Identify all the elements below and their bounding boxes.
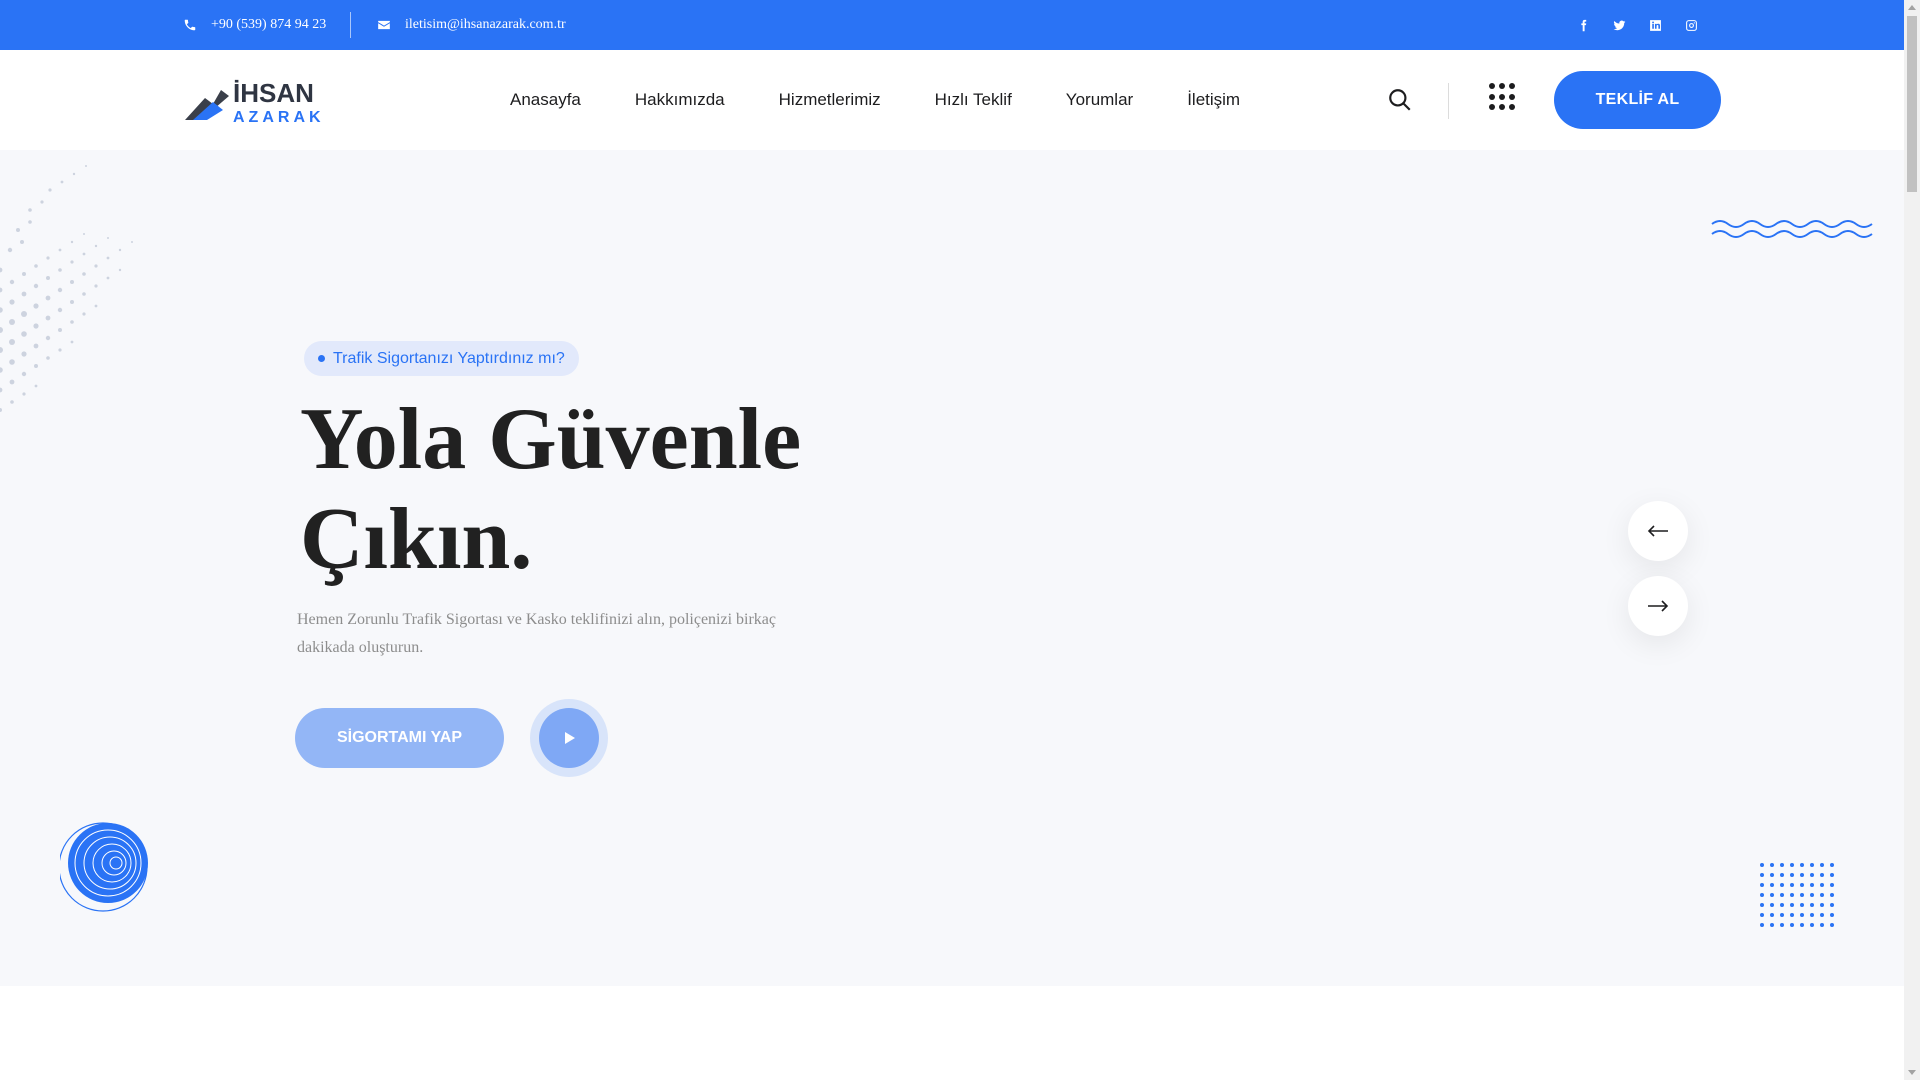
nav-item-iletisim[interactable]: İletişim (1187, 90, 1240, 110)
scroll-down-arrow[interactable] (1908, 1070, 1916, 1075)
hero-badge: Trafik Sigortanızı Yaptırdınız mı? (304, 341, 579, 376)
scrollbar-thumb[interactable] (1907, 16, 1917, 192)
arrow-right-icon (1648, 600, 1669, 612)
nav-item-hizli-teklif[interactable]: Hızlı Teklif (935, 90, 1012, 110)
phone-contact[interactable]: +90 (539) 874 94 23 (183, 0, 326, 50)
apps-grid-icon[interactable] (1489, 83, 1517, 111)
nav-item-anasayfa[interactable]: Anasayfa (510, 90, 581, 110)
site-logo[interactable]: İHSAN AZARAK (183, 76, 333, 126)
instagram-icon[interactable] (1684, 18, 1698, 32)
page: +90 (539) 874 94 23 iletisim@ihsanazarak… (0, 0, 1920, 1080)
slider-prev-button[interactable] (1628, 501, 1688, 561)
hero-headline: Yola Güvenle Çıkın. (300, 390, 860, 590)
main-nav: Anasayfa Hakkımızda Hizmetlerimiz Hızlı … (510, 50, 1294, 150)
nav-item-hizmetlerimiz[interactable]: Hizmetlerimiz (779, 90, 881, 110)
get-quote-button[interactable]: TEKLİF AL (1554, 71, 1721, 129)
facebook-icon[interactable] (1576, 18, 1590, 32)
email-address: iletisim@ihsanazarak.com.tr (405, 17, 566, 32)
social-links (1576, 0, 1698, 50)
concentric-circle-decoration (60, 822, 148, 912)
linkedin-icon[interactable] (1648, 18, 1662, 32)
hero-badge-text: Trafik Sigortanızı Yaptırdınız mı? (333, 349, 565, 367)
scroll-up-arrow[interactable] (1908, 5, 1916, 10)
search-icon[interactable] (1387, 87, 1413, 113)
slider-next-button[interactable] (1628, 576, 1688, 636)
play-video-button[interactable] (539, 708, 599, 768)
phone-icon (184, 19, 196, 31)
logo-text: İHSAN (233, 78, 314, 108)
play-icon (565, 732, 575, 744)
hero-slider: Trafik Sigortanızı Yaptırdınız mı? Yola … (0, 150, 1904, 986)
arrow-left-icon (1647, 525, 1668, 537)
nav-item-hakkimizda[interactable]: Hakkımızda (635, 90, 725, 110)
hero-headline-line1: Yola Güvenle (300, 391, 802, 488)
wave-decoration (1711, 220, 1873, 238)
envelope-icon (378, 20, 390, 30)
top-bar: +90 (539) 874 94 23 iletisim@ihsanazarak… (0, 0, 1904, 50)
nav-item-yorumlar[interactable]: Yorumlar (1066, 90, 1133, 110)
twitter-icon[interactable] (1612, 18, 1626, 32)
badge-dot (318, 355, 325, 362)
get-insurance-button[interactable]: SİGORTAMI YAP (295, 708, 504, 768)
dot-pattern-decoration (0, 165, 133, 412)
main-header: İHSAN AZARAK Anasayfa Hakkımızda Hizmetl… (0, 50, 1904, 150)
logo-subtext: AZARAK (233, 109, 325, 126)
dot-grid-decoration (1760, 863, 1834, 927)
phone-number: +90 (539) 874 94 23 (211, 17, 327, 32)
hero-subtitle: Hemen Zorunlu Trafik Sigortası ve Kasko … (297, 611, 777, 656)
topbar-divider (350, 12, 351, 38)
header-divider (1448, 83, 1449, 119)
hero-headline-line2: Çıkın. (300, 491, 533, 588)
email-contact[interactable]: iletisim@ihsanazarak.com.tr (377, 0, 566, 50)
